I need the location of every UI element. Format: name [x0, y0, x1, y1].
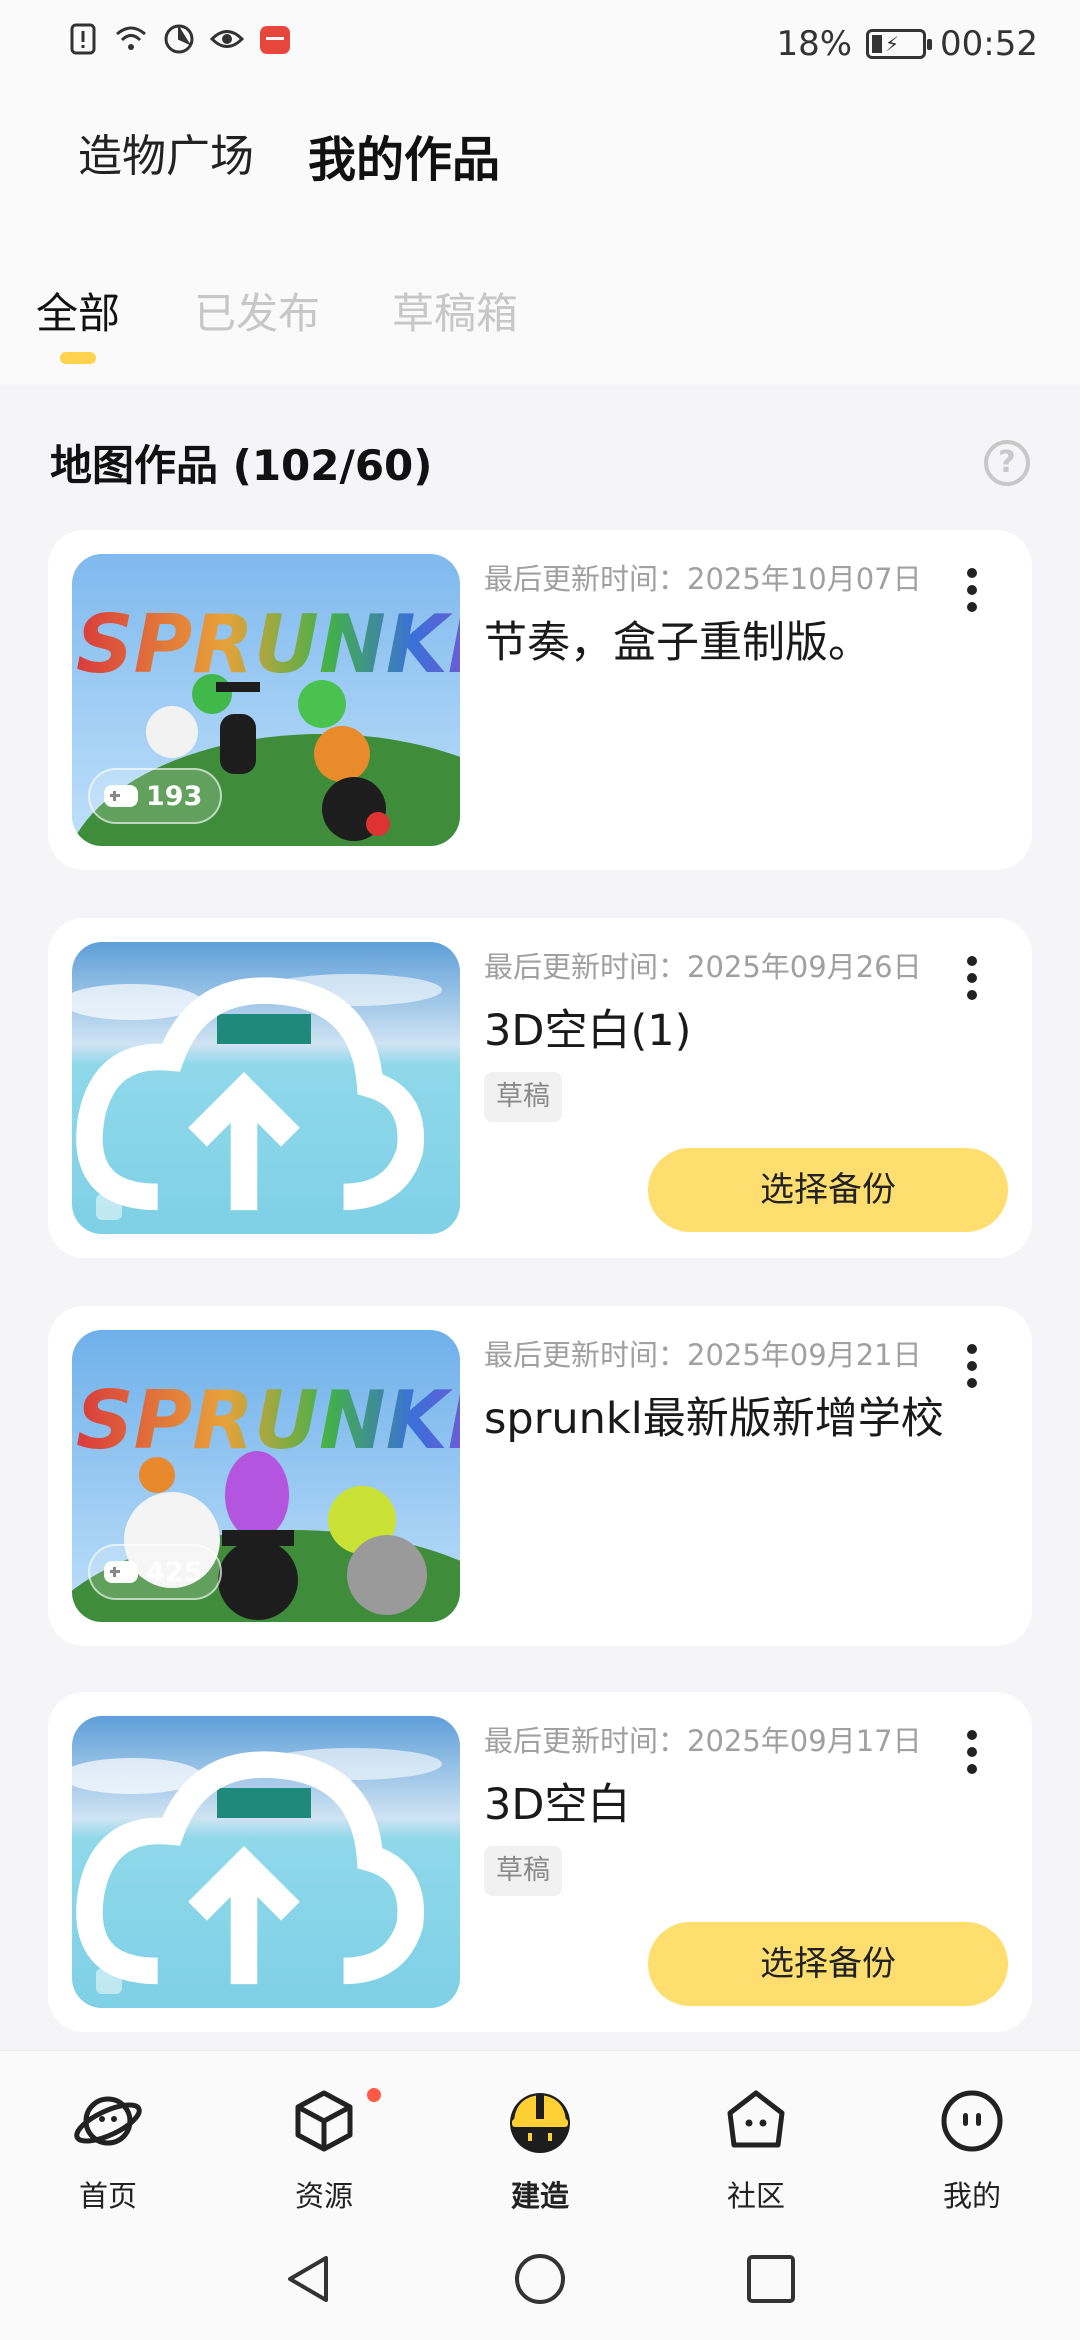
work-thumbnail[interactable]: SPRUNKL 425	[72, 1330, 460, 1622]
back-icon[interactable]	[282, 2252, 336, 2306]
update-time: 最后更新时间：2025年09月17日	[484, 1724, 922, 1758]
tab-my-works[interactable]: 我的作品	[308, 120, 500, 190]
draft-badge: 草稿	[484, 1846, 562, 1896]
gamepad-icon	[104, 785, 138, 807]
alert-icon	[70, 23, 96, 55]
update-time: 最后更新时间：2025年09月26日	[484, 950, 922, 984]
subtab-all[interactable]: 全部	[36, 280, 120, 341]
play-count: 193	[146, 780, 203, 812]
community-icon	[727, 2090, 785, 2148]
nav-home[interactable]: 首页	[0, 2051, 216, 2227]
play-count-badge: 425	[88, 1544, 223, 1600]
gamepad-icon	[104, 1561, 138, 1583]
nav-build[interactable]: 建造	[432, 2051, 648, 2227]
planet-icon	[74, 2096, 142, 2146]
nav-resources-label: 资源	[294, 2179, 353, 2213]
more-options-icon[interactable]	[966, 1344, 978, 1388]
hardhat-icon	[510, 2093, 570, 2153]
status-icons	[66, 22, 292, 56]
work-card[interactable]: 最后更新时间：2025年09月26日 3D空白(1) 草稿 选择备份	[48, 918, 1032, 1258]
nav-resources[interactable]: 资源	[216, 2051, 432, 2227]
nav-profile[interactable]: 我的	[864, 2051, 1080, 2227]
wifi-icon	[116, 26, 146, 50]
thumb-logo-text: SPRUNKL	[76, 1374, 460, 1467]
work-card[interactable]: SPRUNKL 425 最后更新时间：2025年09月21日 sprunkl最新…	[48, 1306, 1032, 1646]
help-icon[interactable]: ?	[984, 440, 1030, 486]
more-options-icon[interactable]	[966, 1730, 978, 1774]
map-type-icon	[96, 1968, 122, 1994]
bottom-nav: 首页 资源 建造 社区 我的	[0, 2050, 1080, 2226]
subtab-published[interactable]: 已发布	[194, 280, 320, 341]
work-title: 3D空白(1)	[484, 1006, 692, 1056]
work-card[interactable]: SPRUNKL 193 最后更新时间：2025年10月07日 节奏，盒子重制版。	[48, 530, 1032, 870]
work-thumbnail[interactable]: SPRUNKL 193	[72, 554, 460, 846]
store-icon	[260, 26, 290, 54]
draft-badge: 草稿	[484, 1072, 562, 1122]
subtab-drafts[interactable]: 草稿箱	[392, 280, 518, 341]
thumb-logo-text: SPRUNKL	[76, 598, 460, 691]
header: 造物广场 我的作品 全部 已发布 草稿箱	[0, 90, 1080, 385]
tab-my-works-label: 我的作品	[308, 132, 501, 188]
cloud-upload-icon[interactable]	[72, 1732, 438, 2008]
section-title: 地图作品 (102/60)	[50, 441, 433, 490]
work-title: 节奏，盒子重制版。	[484, 618, 871, 668]
select-backup-button[interactable]: 选择备份	[648, 1922, 1008, 2006]
work-card[interactable]: 最后更新时间：2025年09月17日 3D空白 草稿 选择备份	[48, 1692, 1032, 2032]
work-thumbnail[interactable]	[72, 1716, 460, 2008]
nav-community-label: 社区	[726, 2179, 785, 2213]
status-bar: 18% ⚡ 00:52	[0, 0, 1080, 90]
work-thumbnail[interactable]	[72, 942, 460, 1234]
subtab-indicator	[60, 352, 96, 364]
more-options-icon[interactable]	[966, 568, 978, 612]
play-count: 425	[146, 1556, 203, 1588]
update-time: 最后更新时间：2025年09月21日	[484, 1338, 922, 1372]
nav-build-label: 建造	[510, 2179, 569, 2213]
clock: 00:52	[940, 24, 1038, 64]
select-backup-button[interactable]: 选择备份	[648, 1148, 1008, 1232]
tab-creation-square[interactable]: 造物广场	[78, 120, 254, 184]
eye-icon	[210, 30, 244, 48]
battery-text: 18%	[776, 24, 853, 64]
nav-home-label: 首页	[78, 2179, 137, 2213]
work-title: 3D空白	[484, 1780, 631, 1830]
notification-dot	[364, 2085, 384, 2105]
cube-icon	[295, 2090, 353, 2152]
recents-icon[interactable]	[744, 2252, 798, 2306]
face-icon	[941, 2090, 1003, 2152]
status-right: 18% ⚡ 00:52	[776, 24, 1038, 64]
update-time: 最后更新时间：2025年10月07日	[484, 562, 922, 596]
nav-profile-label: 我的	[942, 2179, 1001, 2213]
more-options-icon[interactable]	[966, 956, 978, 1000]
map-type-icon	[96, 1194, 122, 1220]
nav-community[interactable]: 社区	[648, 2051, 864, 2227]
battery-icon: ⚡	[866, 29, 933, 59]
home-icon[interactable]	[513, 2252, 567, 2306]
system-nav-bar	[0, 2226, 1080, 2340]
play-count-badge: 193	[88, 768, 223, 824]
data-saver-icon	[164, 24, 194, 54]
work-title: sprunkl最新版新增学校	[484, 1394, 944, 1444]
cloud-upload-icon[interactable]	[72, 958, 438, 1234]
